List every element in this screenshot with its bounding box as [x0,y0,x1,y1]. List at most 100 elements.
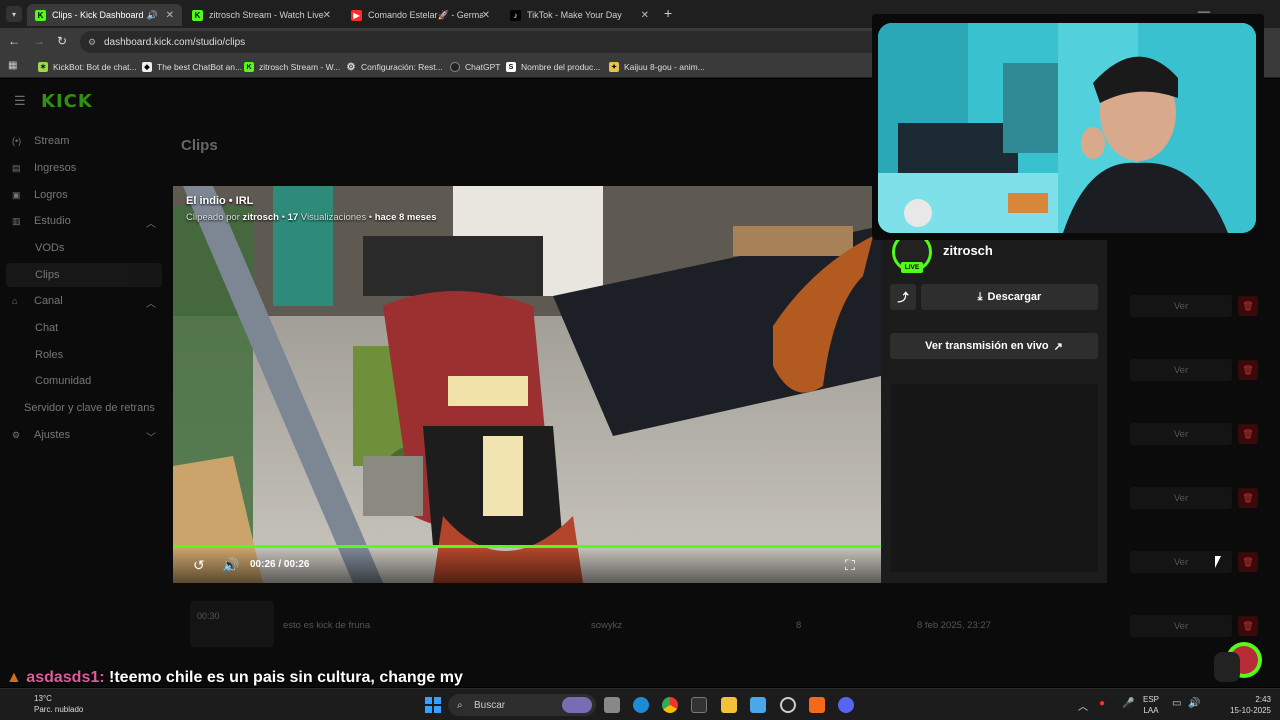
clock[interactable]: 2:43 15-10-2025 [1225,694,1271,716]
close-tab-icon[interactable]: ✕ [482,10,490,21]
clip-age: hace 8 meses [374,212,437,223]
tab-comando-estelar[interactable]: ▶ Comando Estelar🚀 - Germani ✕ [343,4,498,26]
brave-icon[interactable] [809,697,825,713]
chevron-up-icon[interactable]: ︿ [1078,698,1088,713]
bookmark-producto[interactable]: S Nombre del produc... [506,59,600,75]
tab-title: TikTok - Make Your Day [527,10,622,20]
clipper-name[interactable]: zitrosch [243,212,279,223]
delete-clip-button[interactable]: 🗑 [1238,296,1258,316]
site-info-icon[interactable]: ⚙ [88,37,96,48]
microphone-icon[interactable]: 🎤 [1122,698,1134,709]
fullscreen-icon[interactable]: ⛶ [845,557,855,574]
taskbar-search[interactable]: ⌕ Buscar [448,694,596,716]
wifi-icon[interactable]: ▭ [1172,698,1181,709]
file-explorer-icon[interactable] [721,697,737,713]
volume-icon[interactable]: 🔊 [1188,698,1200,709]
sidebar-item-servidor[interactable]: Servidor y clave de retrans [24,402,155,414]
language-indicator[interactable]: ESP LAA [1143,694,1159,716]
delete-clip-button[interactable]: 🗑 [1238,424,1258,444]
kick-icon: K [244,62,254,72]
clip-views-cell: 8 [796,620,802,631]
tab-tiktok[interactable]: ♪ TikTok - Make Your Day ✕ [502,4,657,26]
bookmark-kaijuu[interactable]: ✦ Kaijuu 8-gou - anim... [609,59,705,75]
gear-icon: ⚙ [346,61,356,73]
sidebar-item-vods[interactable]: VODs [35,242,64,254]
tab-zitrosch-stream[interactable]: K zitrosch Stream - Watch Live on ✕ [184,4,339,26]
clip-duration: 00:30 [197,611,220,621]
sidebar-item-logros[interactable]: ▣ Logros [12,189,68,201]
watch-live-button[interactable]: Ver transmisión en vivo ↗ [890,333,1098,359]
sidebar-item-ingresos[interactable]: ▤ Ingresos [12,162,76,174]
tab-list-chevron-icon[interactable]: ▾ [6,6,22,22]
trophy-icon: ▣ [12,189,21,200]
kick-logo[interactable]: KICK [41,91,93,112]
share-button[interactable]: ⤴ [890,284,916,310]
sidebar-item-chat[interactable]: Chat [35,322,58,334]
sidebar-item-comunidad[interactable]: Comunidad [35,375,91,387]
download-button[interactable]: ⤓ Descargar [921,284,1098,310]
clip-details-area [891,384,1098,572]
bookmark-configuracion[interactable]: ⚙ Configuración: Rest... [346,59,443,75]
download-icon: ⤓ [977,290,983,303]
close-tab-icon[interactable]: ✕ [166,10,174,21]
table-row[interactable]: 00:30 esto es kick de fruna sowykz 8 8 f… [190,598,1260,650]
clip-info-panel: LIVE zitrosch ⤴ ⤓ Descargar Ver transmis… [881,186,1107,583]
url-text: dashboard.kick.com/studio/clips [104,36,246,48]
channel-username[interactable]: zitrosch [943,243,993,258]
tab-title: Clips - Kick Dashboard [52,10,144,20]
clip-thumbnail[interactable]: 00:30 [190,601,274,647]
view-clip-button[interactable]: Ver [1130,423,1232,445]
bookmark-chatbot[interactable]: ◆ The best ChatBot an... [142,59,242,75]
sidebar-item-clips[interactable]: Clips [6,263,162,287]
sidebar-item-ajustes[interactable]: ⚙ Ajustes [12,429,70,441]
chat-username: asdasds1: [26,669,105,686]
start-windows-icon[interactable] [425,697,441,713]
chrome-icon[interactable] [662,697,678,713]
sidebar-item-canal[interactable]: ⌂ Canal [12,295,63,307]
weather-widget[interactable]: 13°C Parc. nublado [34,693,83,715]
close-tab-icon[interactable]: ✕ [641,10,649,21]
app-icon[interactable] [691,697,707,713]
view-clip-button[interactable]: Ver [1130,359,1232,381]
clip-video-player[interactable]: El indio • IRL Clipeado por zitrosch • 1… [173,186,881,583]
trash-icon: 🗑 [1242,364,1254,375]
sidebar-item-roles[interactable]: Roles [35,349,63,361]
delete-clip-button[interactable]: 🗑 [1238,552,1258,572]
replay-icon[interactable]: ↺ [193,557,205,574]
sidebar-item-stream[interactable]: (•) Stream [12,135,69,147]
chevron-up-icon[interactable]: ︿ [146,215,156,230]
notepad-icon[interactable] [750,697,766,713]
trash-icon: 🗑 [1242,620,1254,631]
chat-overlay-message: ▲ asdasds1: !teemo chile es un pais sin … [6,669,463,706]
delete-clip-button[interactable]: 🗑 [1238,488,1258,508]
forward-arrow-icon[interactable]: → [33,34,45,48]
clip-title-cell: esto es kick de fruna [283,620,371,631]
speaker-icon[interactable]: 🔊 [147,10,158,21]
tab-clips-dashboard[interactable]: K Clips - Kick Dashboard 🔊 ✕ [27,4,182,26]
new-tab-icon[interactable]: + [664,5,672,21]
chatbot-icon: ◆ [142,62,152,72]
chevron-up-icon[interactable]: ︿ [146,295,156,310]
clip-author-cell: sowykz [591,620,623,631]
bookmark-zitrosch[interactable]: Kzitrosch Stream - W... [244,59,340,75]
bookmark-kickbot[interactable]: ✶ KickBot: Bot de chat... [38,59,137,75]
network-status-icon[interactable]: ● [1099,698,1105,709]
discord-icon[interactable] [838,697,854,713]
bookmark-chatgpt[interactable]: ChatGPT [450,59,500,75]
obs-icon[interactable] [780,697,796,713]
back-arrow-icon[interactable]: ← [8,34,20,48]
sidebar-item-estudio[interactable]: ▥ Estudio [12,215,71,227]
chevron-down-icon[interactable]: ﹀ [146,429,156,444]
delete-clip-button[interactable]: 🗑 [1238,360,1258,380]
view-clip-button[interactable]: Ver [1130,487,1232,509]
reload-icon[interactable]: ↻ [57,34,67,48]
address-bar[interactable]: ⚙ dashboard.kick.com/studio/clips [80,31,880,53]
edge-icon[interactable] [633,697,649,713]
volume-icon[interactable]: 🔊 [222,557,239,574]
apps-grid-icon[interactable]: ▦ [8,60,17,71]
close-tab-icon[interactable]: ✕ [323,10,331,21]
hamburger-menu-icon[interactable]: ☰ [14,93,26,109]
view-clip-button[interactable]: Ver [1130,295,1232,317]
channel-icon: ⌂ [12,296,18,306]
task-view-icon[interactable] [604,697,620,713]
